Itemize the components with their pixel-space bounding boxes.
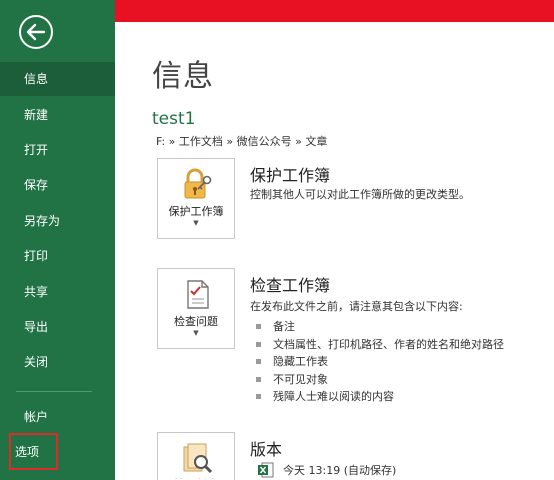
nav-item-options[interactable]: 选项: [15, 443, 39, 461]
list-item: 残障人士难以阅读的内容: [256, 388, 504, 406]
list-item: 备注: [256, 318, 504, 336]
excel-file-icon: [258, 462, 274, 478]
nav-item-account[interactable]: 帐户: [0, 400, 115, 434]
inspect-document-icon: [187, 280, 209, 309]
lock-key-icon: [184, 168, 212, 199]
list-item: 不可见对象: [256, 371, 504, 389]
manage-versions-icon: [183, 443, 213, 474]
nav-item-save[interactable]: 保存: [0, 168, 115, 202]
list-item: 文档属性、打印机路径、作者的姓名和绝对路径: [256, 336, 504, 354]
nav-divider: [16, 391, 92, 392]
manage-versions-button-label: 管理版本: [158, 476, 234, 479]
nav-item-new[interactable]: 新建: [0, 98, 115, 132]
nav-item-print[interactable]: 打印: [0, 239, 115, 273]
chevron-down-icon: ▼: [193, 329, 199, 337]
document-name: test1: [152, 109, 196, 129]
protect-section-title: 保护工作簿: [250, 166, 331, 185]
nav-item-close[interactable]: 关闭: [0, 345, 115, 379]
chevron-down-icon: ▼: [193, 219, 199, 227]
nav-item-info[interactable]: 信息: [0, 62, 115, 96]
page-title: 信息: [152, 59, 214, 94]
nav-item-export[interactable]: 导出: [0, 310, 115, 344]
check-issues-button-label: 检查问题: [174, 315, 218, 328]
nav-item-share[interactable]: 共享: [0, 275, 115, 309]
inspect-items-list: 备注 文档属性、打印机路径、作者的姓名和绝对路径 隐藏工作表 不可见对象 残障人…: [256, 318, 504, 406]
nav-item-open[interactable]: 打开: [0, 133, 115, 167]
manage-versions-button[interactable]: 管理版本: [157, 432, 235, 480]
check-issues-button[interactable]: 检查问题 ▼: [157, 268, 235, 349]
back-arrow-icon[interactable]: [18, 14, 54, 50]
inspect-section-title: 检查工作簿: [250, 276, 331, 295]
inspect-section-description: 在发布此文件之前，请注意其包含以下内容:: [250, 300, 463, 313]
nav-item-save-as[interactable]: 另存为: [0, 204, 115, 238]
protect-section-description: 控制其他人可以对此工作簿所做的更改类型。: [250, 188, 470, 201]
versions-section-title: 版本: [250, 440, 283, 459]
backstage-sidebar: 信息 新建 打开 保存 另存为 打印 共享 导出 关闭 帐户 选项: [0, 0, 115, 480]
version-entry-label: 今天 13:19 (自动保存): [283, 464, 397, 477]
protect-workbook-button-label: 保护工作簿: [168, 205, 224, 218]
document-path-breadcrumb: F: » 工作文档 » 微信公众号 » 文章: [156, 135, 328, 148]
top-accent-bar: [115, 0, 554, 22]
list-item: 隐藏工作表: [256, 353, 504, 371]
protect-workbook-button[interactable]: 保护工作簿 ▼: [157, 158, 235, 239]
